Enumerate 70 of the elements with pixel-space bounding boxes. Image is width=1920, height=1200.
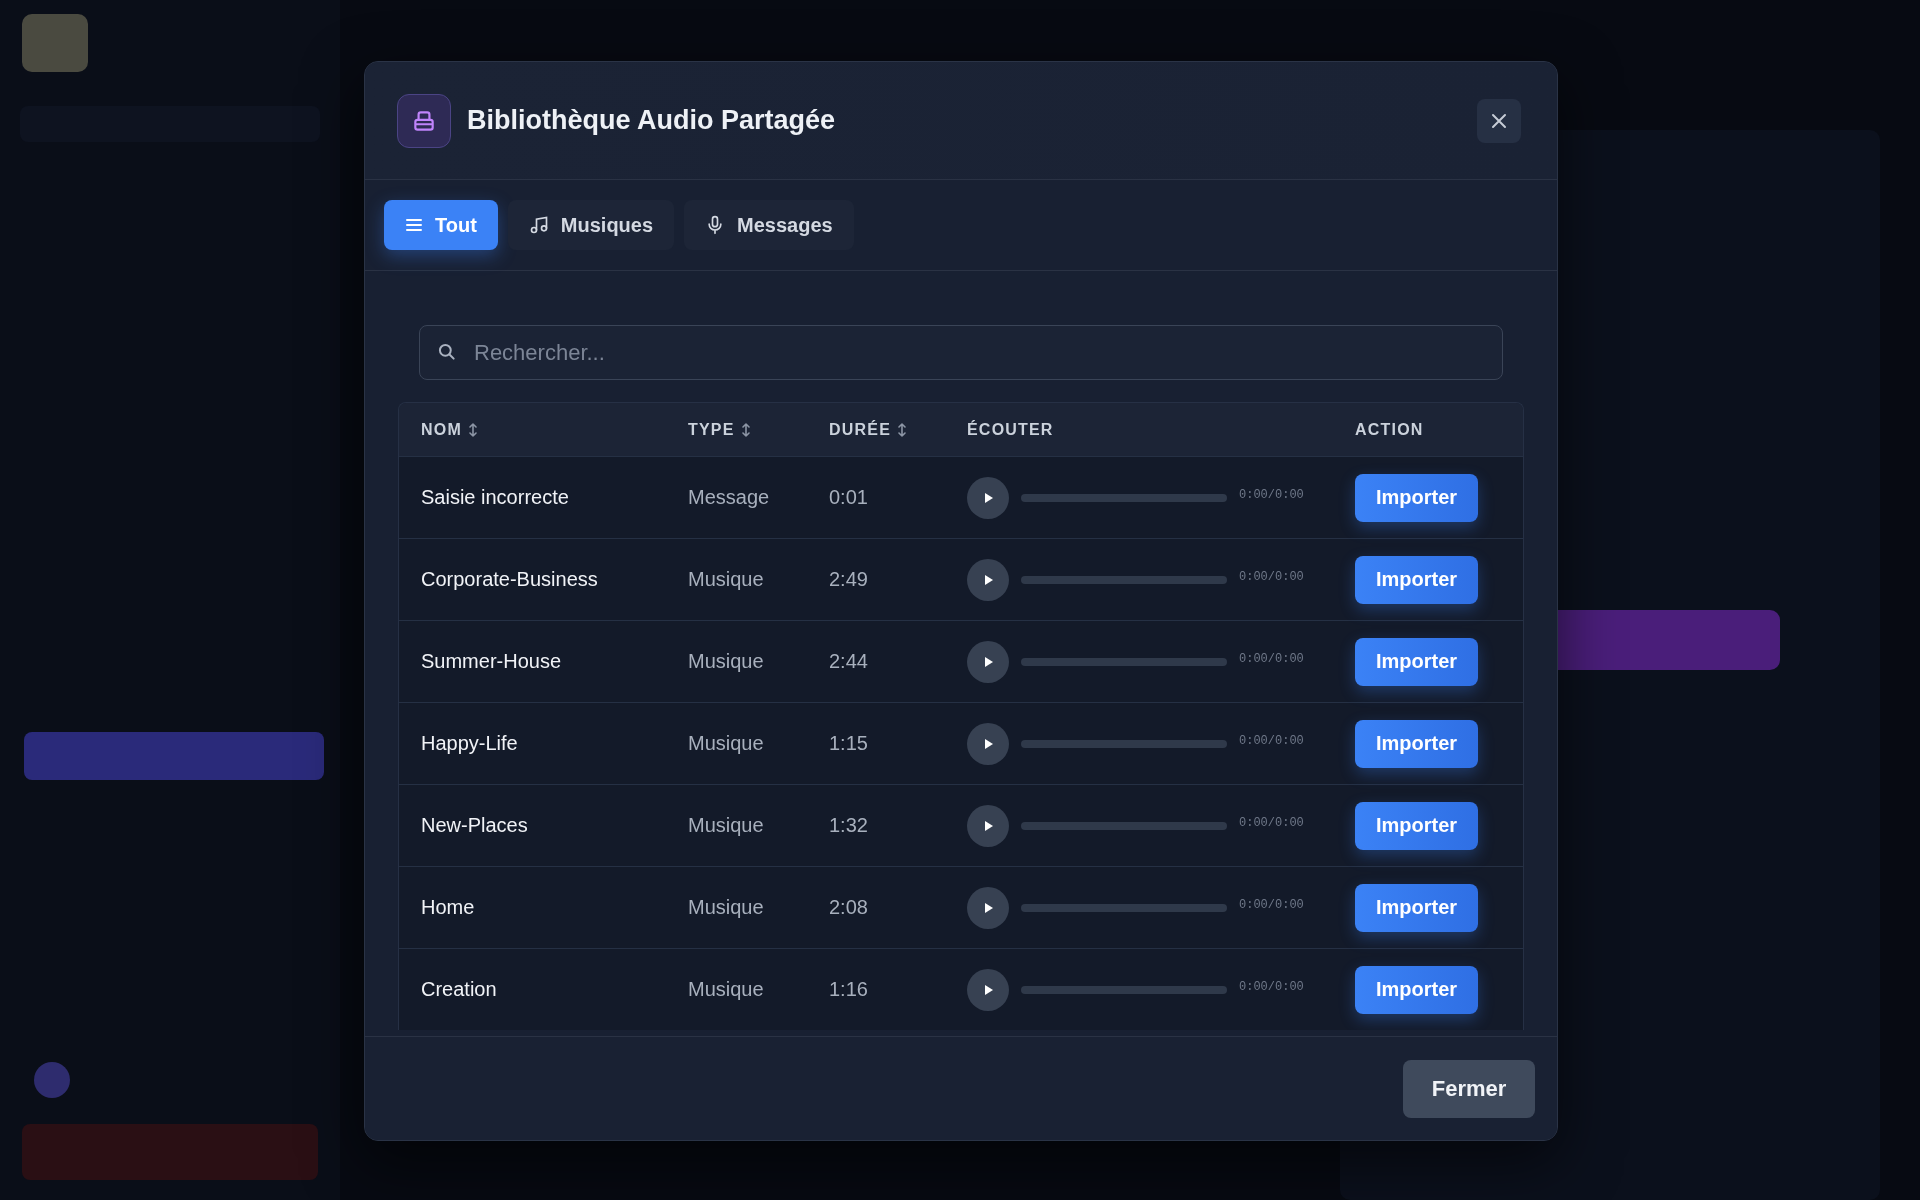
audio-name: Summer-House <box>421 650 563 673</box>
play-button[interactable] <box>967 640 1009 683</box>
search-field[interactable]: Rechercher... <box>419 325 1503 380</box>
import-button[interactable]: Importer <box>1355 965 1478 1014</box>
sort-icon[interactable] <box>897 422 907 437</box>
progress-track[interactable] <box>1021 657 1227 666</box>
progress-track[interactable] <box>1021 903 1227 912</box>
play-button[interactable] <box>967 558 1009 601</box>
play-button[interactable] <box>967 804 1009 847</box>
import-button[interactable]: Importer <box>1355 473 1478 522</box>
playback-time: 0:00/0:00 <box>1239 569 1304 584</box>
close-dialog-button[interactable]: Fermer <box>1403 1059 1535 1118</box>
play-button[interactable] <box>967 886 1009 929</box>
play-button[interactable] <box>967 476 1009 519</box>
close-button[interactable] <box>1477 98 1521 143</box>
tab[interactable]: Tout <box>384 200 498 250</box>
play-button[interactable] <box>967 722 1009 765</box>
audio-duration: 2:08 <box>829 896 869 919</box>
music-note-icon <box>528 215 549 235</box>
import-button[interactable]: Importer <box>1355 883 1478 932</box>
audio-type: Musique <box>688 814 765 837</box>
column-header: NOM <box>421 420 462 439</box>
progress-track[interactable] <box>1021 985 1227 994</box>
audio-name: Saisie incorrecte <box>421 486 570 509</box>
import-button[interactable]: Importer <box>1355 801 1478 850</box>
audio-duration: 1:32 <box>829 814 869 837</box>
audio-name: New-Places <box>421 814 529 837</box>
audio-duration: 1:16 <box>829 978 869 1001</box>
audio-type: Musique <box>688 732 765 755</box>
audio-type: Musique <box>688 896 765 919</box>
column-header: TYPE <box>688 420 735 439</box>
progress-track[interactable] <box>1021 575 1227 584</box>
column-header: ACTION <box>1355 420 1424 439</box>
playback-time: 0:00/0:00 <box>1239 815 1304 830</box>
import-button[interactable]: Importer <box>1355 719 1478 768</box>
progress-track[interactable] <box>1021 821 1227 830</box>
audio-type: Musique <box>688 650 765 673</box>
menu-icon <box>405 216 423 234</box>
playback-time: 0:00/0:00 <box>1239 897 1304 912</box>
archive-icon <box>397 93 451 148</box>
playback-time: 0:00/0:00 <box>1239 733 1304 748</box>
audio-name: Happy-Life <box>421 732 519 755</box>
user-avatar <box>34 1062 70 1098</box>
audio-duration: 0:01 <box>829 486 869 509</box>
playback-time: 0:00/0:00 <box>1239 979 1304 994</box>
audio-duration: 2:49 <box>829 568 869 591</box>
audio-type: Musique <box>688 568 765 591</box>
audio-duration: 1:15 <box>829 732 869 755</box>
tab[interactable]: Messages <box>684 200 854 250</box>
import-button[interactable]: Importer <box>1355 555 1478 604</box>
progress-track[interactable] <box>1021 739 1227 748</box>
progress-track[interactable] <box>1021 493 1227 502</box>
column-header: ÉCOUTER <box>967 420 1054 439</box>
audio-type: Musique <box>688 978 765 1001</box>
play-button[interactable] <box>967 968 1009 1011</box>
audio-name: Corporate-Business <box>421 568 599 591</box>
sort-icon[interactable] <box>467 422 478 437</box>
app-logo <box>22 14 88 72</box>
audio-name: Home <box>421 896 476 919</box>
playback-time: 0:00/0:00 <box>1239 487 1304 502</box>
audio-type: Message <box>688 486 771 509</box>
column-header: DURÉE <box>829 420 891 439</box>
sort-icon[interactable] <box>740 422 751 437</box>
audio-name: Creation <box>421 978 498 1001</box>
playback-time: 0:00/0:00 <box>1239 651 1304 666</box>
tab[interactable]: Musiques <box>507 200 675 250</box>
dialog-title: Bibliothèque Audio Partagée <box>467 105 837 136</box>
search-icon <box>437 342 457 362</box>
audio-duration: 2:44 <box>829 650 869 673</box>
import-button[interactable]: Importer <box>1355 637 1478 686</box>
